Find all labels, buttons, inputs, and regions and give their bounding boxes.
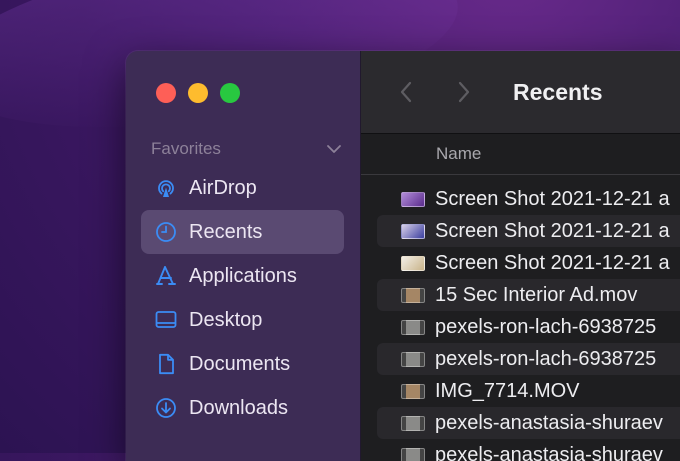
back-chevron-icon <box>398 80 414 104</box>
sidebar-item-label: AirDrop <box>189 177 257 200</box>
favorites-header[interactable]: Favorites <box>151 139 342 159</box>
download-icon <box>154 396 178 420</box>
toolbar: Recents <box>361 51 680 134</box>
file-name: 15 Sec Interior Ad.mov <box>435 284 637 307</box>
file-row[interactable]: Screen Shot 2021-12-21 a <box>377 183 680 215</box>
back-button[interactable] <box>391 77 421 107</box>
sidebar-item-downloads[interactable]: Downloads <box>141 386 344 430</box>
forward-chevron-icon <box>456 80 472 104</box>
file-row[interactable]: IMG_7714.MOV <box>377 375 680 407</box>
close-button[interactable] <box>156 83 176 103</box>
document-icon <box>154 352 178 376</box>
file-row[interactable]: Screen Shot 2021-12-21 a <box>377 247 680 279</box>
file-row[interactable]: pexels-ron-lach-6938725 <box>377 311 680 343</box>
sidebar-item-label: Recents <box>189 221 262 244</box>
sidebar-list: AirDrop Recents Applications <box>141 166 344 430</box>
main-pane: Recents Name Screen Shot 2021-12-21 a Sc… <box>361 51 680 461</box>
file-row[interactable]: pexels-anastasia-shuraev <box>377 407 680 439</box>
video-thumbnail-icon <box>401 384 425 399</box>
image-thumbnail-icon <box>401 256 425 271</box>
sidebar-item-desktop[interactable]: Desktop <box>141 298 344 342</box>
file-name: pexels-ron-lach-6938725 <box>435 316 656 339</box>
video-thumbnail-icon <box>401 320 425 335</box>
chevron-down-icon[interactable] <box>326 141 342 157</box>
file-row[interactable]: Screen Shot 2021-12-21 a <box>377 215 680 247</box>
file-list: Screen Shot 2021-12-21 a Screen Shot 202… <box>361 175 680 461</box>
desktop-icon <box>154 308 178 332</box>
column-header-name[interactable]: Name <box>361 134 680 175</box>
clock-icon <box>154 220 178 244</box>
video-thumbnail-icon <box>401 288 425 303</box>
sidebar-item-label: Documents <box>189 353 290 376</box>
video-thumbnail-icon <box>401 352 425 367</box>
sidebar-item-label: Applications <box>189 265 297 288</box>
sidebar-item-documents[interactable]: Documents <box>141 342 344 386</box>
file-name: IMG_7714.MOV <box>435 380 580 403</box>
file-name: Screen Shot 2021-12-21 a <box>435 252 670 275</box>
file-row[interactable]: 15 Sec Interior Ad.mov <box>377 279 680 311</box>
column-header-label: Name <box>436 144 481 164</box>
airdrop-icon <box>154 176 178 200</box>
file-name: pexels-anastasia-shuraev <box>435 412 663 435</box>
sidebar-item-recents[interactable]: Recents <box>141 210 344 254</box>
sidebar-item-airdrop[interactable]: AirDrop <box>141 166 344 210</box>
file-name: pexels-anastasia-shuraev <box>435 444 663 461</box>
window-title: Recents <box>513 79 602 106</box>
favorites-label: Favorites <box>151 139 221 159</box>
zoom-button[interactable] <box>220 83 240 103</box>
file-row[interactable]: pexels-ron-lach-6938725 <box>377 343 680 375</box>
sidebar-item-label: Desktop <box>189 309 262 332</box>
file-row[interactable]: pexels-anastasia-shuraev <box>377 439 680 461</box>
file-name: Screen Shot 2021-12-21 a <box>435 220 670 243</box>
forward-button[interactable] <box>449 77 479 107</box>
sidebar-item-label: Downloads <box>189 397 288 420</box>
window-controls <box>156 83 240 103</box>
sidebar-item-applications[interactable]: Applications <box>141 254 344 298</box>
video-thumbnail-icon <box>401 416 425 431</box>
file-name: pexels-ron-lach-6938725 <box>435 348 656 371</box>
sidebar: Favorites AirDrop Recents <box>126 51 361 461</box>
file-name: Screen Shot 2021-12-21 a <box>435 188 670 211</box>
finder-window: Favorites AirDrop Recents <box>126 51 680 461</box>
applications-icon <box>154 264 178 288</box>
video-thumbnail-icon <box>401 448 425 461</box>
minimize-button[interactable] <box>188 83 208 103</box>
image-thumbnail-icon <box>401 224 425 239</box>
image-thumbnail-icon <box>401 192 425 207</box>
